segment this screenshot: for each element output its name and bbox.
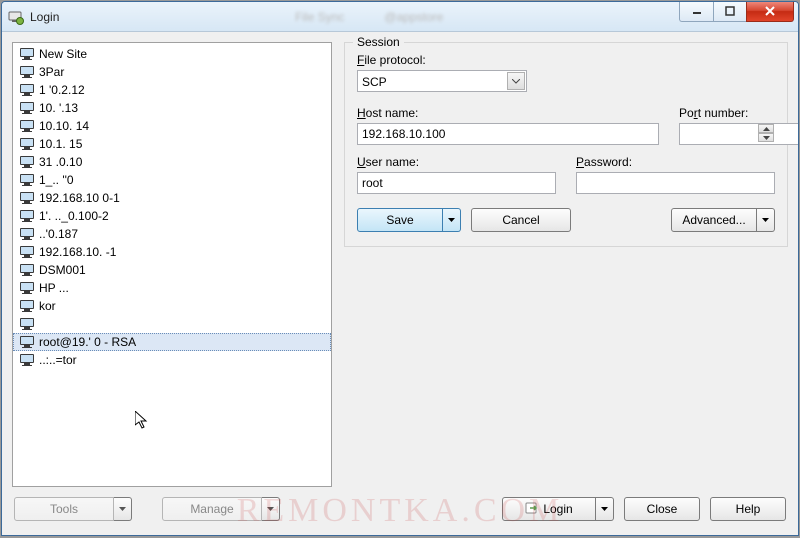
manage-button[interactable]: Manage — [162, 497, 280, 521]
chevron-down-icon[interactable] — [596, 497, 614, 521]
site-item[interactable]: HP ... — [13, 279, 331, 297]
chevron-down-icon[interactable] — [757, 208, 775, 232]
titlebar: Login File Sync @appstore — [2, 2, 798, 32]
advanced-button[interactable]: Advanced... — [671, 208, 775, 232]
site-label: DSM001 — [39, 263, 86, 277]
host-label: Host name: — [357, 106, 659, 120]
password-label: Password: — [576, 155, 775, 169]
close-button[interactable] — [746, 1, 794, 22]
site-label: ..:..=tor — [39, 353, 77, 367]
bottom-bar: Tools Manage Login Close Help — [2, 487, 798, 535]
user-input[interactable] — [357, 172, 556, 194]
site-item[interactable]: New Site — [13, 45, 331, 63]
site-label: 10. '.13 — [39, 101, 78, 115]
chevron-down-icon[interactable] — [114, 497, 132, 521]
site-item[interactable]: 1_.. ''0 — [13, 171, 331, 189]
site-item[interactable]: 192.168.10 0-1 — [13, 189, 331, 207]
site-label: ..'0.187 — [39, 227, 78, 241]
site-label: 1_.. ''0 — [39, 173, 74, 187]
site-label: root@19.' 0 - RSA — [39, 335, 136, 349]
maximize-button[interactable] — [713, 1, 747, 22]
site-item[interactable]: 10. '.13 — [13, 99, 331, 117]
site-item[interactable]: 192.168.10. -1 — [13, 243, 331, 261]
site-label: 10.1. 15 — [39, 137, 82, 151]
login-icon — [525, 501, 539, 518]
chevron-down-icon[interactable] — [443, 208, 461, 232]
port-up[interactable] — [758, 124, 774, 133]
site-item[interactable]: 10.1. 15 — [13, 135, 331, 153]
chevron-down-icon[interactable] — [262, 497, 280, 521]
cancel-button[interactable]: Cancel — [471, 208, 571, 232]
site-label: New Site — [39, 47, 87, 61]
port-label: Port number: — [679, 106, 775, 120]
site-item[interactable]: 3Par — [13, 63, 331, 81]
site-label: 192.168.10. -1 — [39, 245, 116, 259]
protocol-label: File protocol: — [357, 53, 527, 67]
login-button[interactable]: Login — [502, 497, 614, 521]
window-title: Login — [30, 10, 59, 24]
app-icon — [8, 9, 24, 25]
session-group: Session File protocol: SCP Host name: Po… — [344, 42, 788, 247]
minimize-button[interactable] — [679, 1, 713, 22]
site-item[interactable]: 1 '0.2.12 — [13, 81, 331, 99]
host-input[interactable] — [357, 123, 659, 145]
site-item[interactable]: 1'. .._0.100-2 — [13, 207, 331, 225]
site-label: 192.168.10 0-1 — [39, 191, 120, 205]
site-item[interactable]: DSM001 — [13, 261, 331, 279]
site-list[interactable]: New Site 3Par 1 '0.2.12 10. '.13 10.10. 14 10… — [12, 42, 332, 487]
site-label: 3Par — [39, 65, 64, 79]
port-input[interactable] — [679, 123, 799, 145]
site-item[interactable] — [13, 315, 331, 333]
site-item[interactable]: root@19.' 0 - RSA — [13, 333, 331, 351]
session-legend: Session — [353, 35, 404, 49]
site-label: 1'. .._0.100-2 — [39, 209, 109, 223]
chevron-down-icon[interactable] — [507, 72, 525, 90]
site-item[interactable]: ..'0.187 — [13, 225, 331, 243]
protocol-select[interactable]: SCP — [357, 70, 527, 92]
site-label: kor — [39, 299, 56, 313]
port-down[interactable] — [758, 133, 774, 142]
site-item[interactable]: 10.10. 14 — [13, 117, 331, 135]
site-label: 1 '0.2.12 — [39, 83, 85, 97]
site-item[interactable]: ..:..=tor — [13, 351, 331, 369]
site-item[interactable]: kor — [13, 297, 331, 315]
user-label: User name: — [357, 155, 556, 169]
site-item[interactable]: 31 .0.10 — [13, 153, 331, 171]
site-label: 10.10. 14 — [39, 119, 89, 133]
login-window: Login File Sync @appstore New Site 3Par 1 … — [1, 1, 799, 536]
help-button[interactable]: Help — [710, 497, 786, 521]
site-label: 31 .0.10 — [39, 155, 82, 169]
password-input[interactable] — [576, 172, 775, 194]
tools-button[interactable]: Tools — [14, 497, 132, 521]
site-label: HP ... — [39, 281, 69, 295]
save-button[interactable]: Save — [357, 208, 461, 232]
close-dialog-button[interactable]: Close — [624, 497, 700, 521]
